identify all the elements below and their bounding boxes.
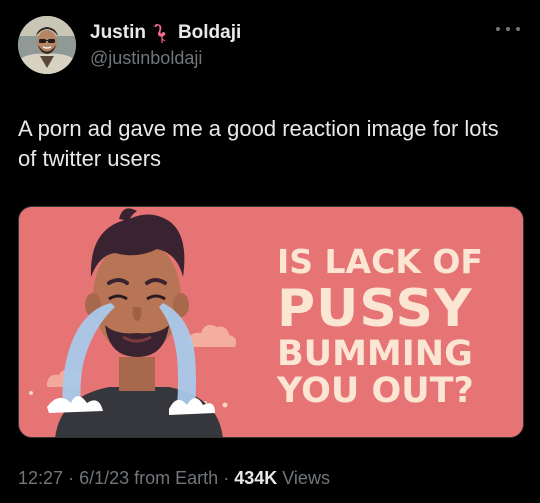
views-label: Views: [282, 468, 330, 488]
separator: ·: [68, 468, 75, 488]
tweet-source: from Earth: [134, 468, 219, 488]
tweet-media-image[interactable]: IS LACK OF PUSSY BUMMING YOU OUT?: [18, 206, 524, 438]
display-name-first[interactable]: Justin: [90, 22, 146, 44]
display-name-last[interactable]: Boldaji: [178, 22, 241, 44]
views-count[interactable]: 434K: [234, 468, 277, 488]
more-options-icon[interactable]: [496, 22, 520, 36]
tweet-metadata: 12:27 · 6/1/23 from Earth · 434K Views: [18, 468, 330, 489]
separator: ·: [223, 468, 230, 488]
avatar[interactable]: [18, 16, 76, 74]
ad-headline: IS LACK OF PUSSY BUMMING YOU OUT?: [277, 245, 517, 411]
headline-line-1: IS LACK OF: [277, 242, 483, 281]
user-handle[interactable]: @justinboldaji: [90, 48, 241, 69]
display-name[interactable]: Justin Boldaji: [90, 20, 241, 46]
headline-line-3: BUMMING: [277, 334, 473, 374]
tweet-time[interactable]: 12:27: [18, 468, 63, 488]
tweet-text: A porn ad gave me a good reaction image …: [18, 116, 499, 171]
tweet-date[interactable]: 6/1/23: [79, 468, 129, 488]
tweet: Justin Boldaji @justinboldaji A porn ad …: [0, 0, 540, 503]
headline-line-2: PUSSY: [277, 279, 473, 339]
author-info: Justin Boldaji @justinboldaji: [90, 20, 241, 69]
headline-line-4: YOU OUT?: [277, 371, 474, 411]
flamingo-icon: [152, 22, 172, 44]
